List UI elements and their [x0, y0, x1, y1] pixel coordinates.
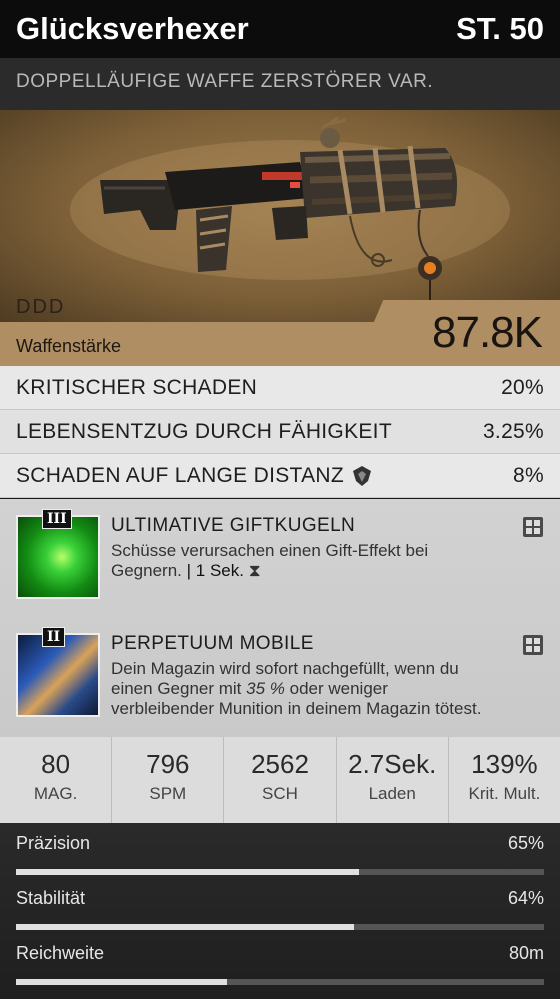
bar-label: Präzision	[16, 833, 91, 853]
metric-magazine: 80 MAG.	[0, 737, 113, 823]
weapon-illustration	[70, 116, 510, 300]
weapon-image: DDD	[0, 110, 560, 322]
attribute-row: SCHADEN AUF LANGE DISTANZ 8%	[0, 454, 560, 498]
attribute-label: KRITISCHER SCHADEN	[16, 375, 258, 399]
weapon-level: ST. 50	[456, 11, 544, 46]
perk-desc-text: oder weniger	[284, 679, 388, 698]
perk-desc-text: einen Gegner mit	[111, 679, 247, 698]
shield-icon	[353, 465, 371, 486]
attribute-row: LEBENSENTZUG DURCH FÄHIGKEIT 3.25%	[0, 410, 560, 454]
metric-label: Laden	[368, 784, 416, 803]
metric-value: 2.7Sek.	[348, 749, 437, 779]
bar-fill	[16, 979, 228, 985]
perk-description: Dein Magazin wird sofort nachgefüllt, we…	[111, 659, 546, 719]
attribute-label: SCHADEN AUF LANGE DISTANZ	[16, 463, 344, 487]
hourglass-icon: ⧗	[248, 561, 261, 580]
bar-fill	[16, 924, 354, 930]
perk-desc-text: Gegnern.	[111, 561, 182, 580]
perk-threshold: 35 %	[246, 679, 285, 698]
bar-track	[16, 979, 544, 985]
bar-value: 80m	[508, 943, 544, 963]
attribute-value: 20%	[501, 375, 544, 399]
metric-reload: 2.7Sek. Laden	[337, 737, 449, 823]
bar-value: 64%	[507, 888, 544, 908]
grid-icon[interactable]	[523, 635, 543, 655]
perk-desc-line: Dein Magazin wird sofort nachgefüllt, we…	[111, 659, 459, 678]
metric-crit-mult: 139% Krit. Mult.	[449, 737, 560, 823]
weapon-type: DOPPELLÄUFIGE WAFFE ZERSTÖRER VAR.	[0, 58, 560, 110]
perk-desc-line: verbleibender Munition in deinem Magazin…	[111, 699, 482, 718]
attribute-list: KRITISCHER SCHADEN 20% LEBENSENTZUG DURC…	[0, 366, 560, 498]
perk-title: ULTIMATIVE GIFTKUGELN	[111, 515, 356, 536]
bar-label: Reichweite	[16, 943, 105, 963]
attribute-label: LEBENSENTZUG DURCH FÄHIGKEIT	[16, 419, 392, 443]
perk-desc-line: Gegnern. | 1 Sek. ⧗	[111, 561, 546, 581]
attribute-label-wrap: SCHADEN AUF LANGE DISTANZ	[16, 464, 372, 488]
perk-desc-line: Schüsse verursachen einen Gift-Effekt be…	[111, 541, 429, 560]
perk-tier-badge: III	[42, 509, 72, 529]
perk-desc-line: einen Gegner mit 35 % oder weniger	[111, 679, 546, 699]
weapon-header: Glücksverhexer ST. 50	[0, 0, 560, 58]
perk-title: PERPETUUM MOBILE	[111, 633, 314, 654]
bar-label: Stabilität	[16, 888, 86, 908]
performance-bars: Präzision 65% Stabilität 64% Reichweite …	[0, 823, 560, 999]
perk-description: Schüsse verursachen einen Gift-Effekt be…	[111, 541, 546, 581]
metric-value: 2562	[251, 749, 309, 779]
metric-label: SCH	[262, 784, 298, 803]
weapon-card: Glücksverhexer ST. 50 DOPPELLÄUFIGE WAFF…	[0, 0, 560, 999]
metric-label: MAG.	[33, 784, 78, 803]
attribute-value: 3.25%	[482, 419, 544, 443]
perk-duration: | 1 Sek.	[186, 561, 244, 580]
bar-fill	[16, 869, 360, 875]
metric-damage: 2562 SCH	[224, 737, 337, 823]
bar-track	[16, 869, 544, 875]
power-value: 87.8K	[432, 308, 543, 357]
metric-label: SPM	[149, 784, 187, 803]
weapon-power: Waffenstärke 87.8K	[0, 300, 560, 366]
power-label: Waffenstärke	[16, 336, 122, 356]
grid-icon[interactable]	[523, 517, 543, 537]
weapon-name: Glücksverhexer	[16, 11, 249, 46]
weapon-metrics: 80 MAG. 796 SPM 2562 SCH 2.7Sek. Laden 1…	[0, 737, 560, 823]
bar-value: 65%	[507, 833, 544, 853]
perk-list: III ULTIMATIVE GIFTKUGELN Schüsse verurs…	[0, 499, 560, 737]
perk-tier-badge: II	[42, 627, 66, 647]
metric-label: Krit. Mult.	[468, 784, 541, 803]
metric-value: 139%	[471, 749, 538, 779]
metric-value: 796	[146, 749, 190, 779]
attribute-value: 8%	[513, 463, 544, 487]
attribute-row: KRITISCHER SCHADEN 20%	[0, 366, 560, 410]
bar-track	[16, 924, 544, 930]
metric-rpm: 796 SPM	[112, 737, 225, 823]
metric-value: 80	[41, 749, 71, 779]
